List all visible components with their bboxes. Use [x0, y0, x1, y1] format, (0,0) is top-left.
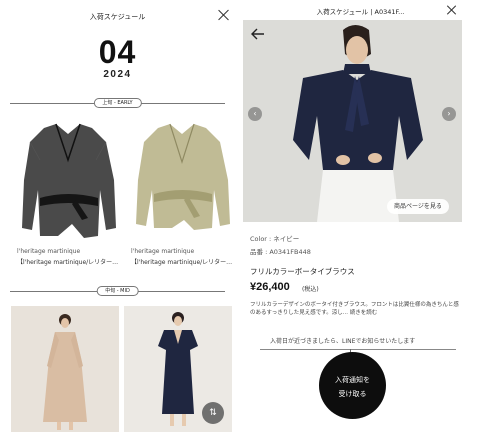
- back-arrow-icon[interactable]: [251, 28, 265, 40]
- product-card-khaki-blouse[interactable]: [128, 120, 235, 246]
- tax-label: (税込): [302, 286, 319, 293]
- section-label-early: 上旬 - EARLY: [93, 98, 142, 108]
- detail-title: 入荷スケジュール | A0341F...: [316, 8, 405, 16]
- product-card-black-blouse[interactable]: [14, 120, 122, 246]
- cta-label-line2: 受け取る: [338, 390, 367, 398]
- chevron-right-icon[interactable]: ›: [442, 107, 456, 121]
- product-photo-beige-dress[interactable]: [11, 306, 119, 432]
- view-product-page-button[interactable]: 商品ページを見る: [387, 199, 449, 214]
- section-divider-mid: 中旬 - MID: [10, 286, 225, 296]
- product-brand: l'heritage martinique: [131, 248, 195, 255]
- model-beige-dress-image: [11, 306, 119, 432]
- year-label: 2024: [103, 69, 132, 80]
- sort-icon[interactable]: ⇅: [202, 402, 224, 424]
- product-name-link[interactable]: 【l'heritage martinique/レリタージュマルティニーク】: [17, 257, 121, 266]
- section-label-mid: 中旬 - MID: [96, 286, 139, 296]
- detail-header: 入荷スケジュール | A0341F...: [241, 0, 480, 20]
- month-number: 04: [98, 34, 137, 70]
- product-name-link[interactable]: 【l'heritage martinique/レリタージュマルティニーク】: [131, 257, 235, 266]
- close-icon[interactable]: [447, 5, 457, 15]
- product-price: ¥26,400: [250, 281, 290, 293]
- divider: [260, 349, 456, 350]
- line-notice-text: 入荷日が近づきましたら、LINEでお知らせいたします: [270, 338, 416, 345]
- schedule-title: 入荷スケジュール: [89, 13, 146, 21]
- product-detail-panel: 入荷スケジュール | A0341F... ‹ › 商品ページを見る Color …: [241, 0, 480, 432]
- product-name: フリルカラーボータイブラウス: [250, 267, 355, 276]
- cta-label-line1: 入荷通知を: [335, 376, 370, 384]
- receive-notification-button[interactable]: 入荷通知を 受け取る: [319, 352, 386, 419]
- product-hero-image: [243, 20, 462, 222]
- black-sheer-blouse-image: [22, 123, 116, 238]
- schedule-header: 入荷スケジュール: [0, 0, 235, 34]
- product-sku: 品番 : A0341FB448: [250, 248, 311, 256]
- khaki-sheer-blouse-image: [136, 123, 230, 230]
- close-icon[interactable]: [218, 9, 230, 21]
- model-navy-blouse-image: [243, 20, 462, 222]
- product-description[interactable]: フリルカラーデザインのボータイ付きブラウス。フロントは比翼仕様の為きちんと感のあ…: [250, 301, 462, 317]
- product-brand: l'heritage martinique: [17, 248, 81, 255]
- schedule-panel: 入荷スケジュール 04 2024 上旬 - EARLY l'heritage m…: [0, 0, 235, 432]
- section-divider-early: 上旬 - EARLY: [10, 98, 225, 108]
- product-color: Color : ネイビー: [250, 235, 300, 243]
- chevron-left-icon[interactable]: ‹: [248, 107, 262, 121]
